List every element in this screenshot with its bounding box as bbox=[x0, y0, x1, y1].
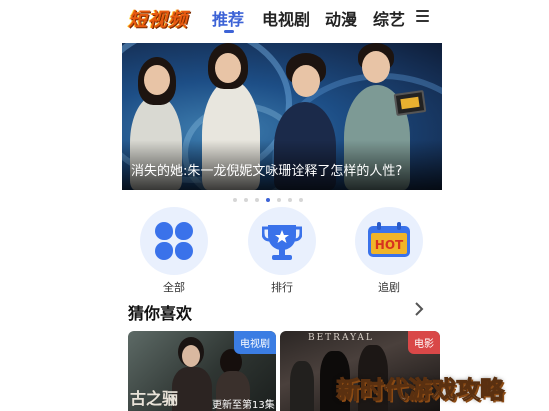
actor-face bbox=[215, 53, 241, 83]
actor-face bbox=[362, 51, 390, 83]
card-show-title: 古之骊 bbox=[130, 389, 179, 408]
carousel-dot[interactable] bbox=[299, 198, 303, 202]
category-label: 全部 bbox=[163, 281, 185, 294]
carousel-dot-active[interactable] bbox=[266, 198, 270, 202]
grid-icon bbox=[154, 221, 194, 261]
category-follow[interactable]: HOT 追剧 bbox=[354, 207, 424, 295]
carousel-dot[interactable] bbox=[277, 198, 281, 202]
carousel-dot[interactable] bbox=[233, 198, 237, 202]
tab-variety[interactable]: 综艺 bbox=[373, 6, 405, 30]
tab-tv-series[interactable]: 电视剧 bbox=[262, 6, 310, 30]
active-tab-indicator bbox=[224, 30, 234, 33]
watermark-text: 新时代游戏攻略 bbox=[336, 376, 505, 405]
trophy-icon bbox=[262, 225, 302, 260]
card-badge-tv: 电视剧 bbox=[234, 331, 276, 354]
card-badge-movie: 电影 bbox=[408, 331, 440, 354]
card-poster-title: BETRAYAL bbox=[308, 333, 374, 343]
category-label: 追剧 bbox=[378, 281, 400, 294]
actor-face bbox=[144, 65, 170, 95]
section-title: 猜你喜欢 bbox=[128, 304, 193, 323]
category-icon-bg: HOT bbox=[355, 207, 423, 275]
logo-text: 短视频 bbox=[128, 8, 189, 31]
chevron-right-icon[interactable] bbox=[413, 302, 425, 316]
hamburger-menu-icon[interactable] bbox=[416, 10, 429, 22]
tablet-prop bbox=[393, 90, 427, 116]
card-episode-status: 更新至第13集 bbox=[212, 400, 275, 411]
card-figure-body bbox=[290, 361, 314, 411]
video-card[interactable]: 电视剧 古之骊 更新至第13集 bbox=[128, 331, 276, 411]
carousel-indicator bbox=[233, 198, 303, 202]
top-header: 短视频 推荐 电视剧 动漫 综艺 bbox=[0, 0, 549, 38]
category-all[interactable]: 全部 bbox=[139, 207, 209, 295]
card-figure-face bbox=[182, 345, 200, 367]
banner-title: 消失的她:朱一龙倪妮文咏珊诠释了怎样的人性? bbox=[131, 164, 403, 179]
hero-banner[interactable]: 消失的她:朱一龙倪妮文咏珊诠释了怎样的人性? bbox=[122, 43, 442, 190]
carousel-dot[interactable] bbox=[288, 198, 292, 202]
carousel-dot[interactable] bbox=[244, 198, 248, 202]
tab-recommend[interactable]: 推荐 bbox=[212, 6, 244, 30]
actor-face bbox=[292, 65, 320, 97]
hot-calendar-icon: HOT bbox=[368, 222, 410, 257]
carousel-dot[interactable] bbox=[255, 198, 259, 202]
category-icon-bg bbox=[248, 207, 316, 275]
category-icon-bg bbox=[140, 207, 208, 275]
category-ranking[interactable]: 排行 bbox=[247, 207, 317, 295]
app-logo[interactable]: 短视频 bbox=[128, 5, 188, 31]
hot-icon-text: HOT bbox=[375, 238, 404, 252]
tab-anime[interactable]: 动漫 bbox=[325, 6, 357, 30]
category-label: 排行 bbox=[271, 281, 293, 294]
